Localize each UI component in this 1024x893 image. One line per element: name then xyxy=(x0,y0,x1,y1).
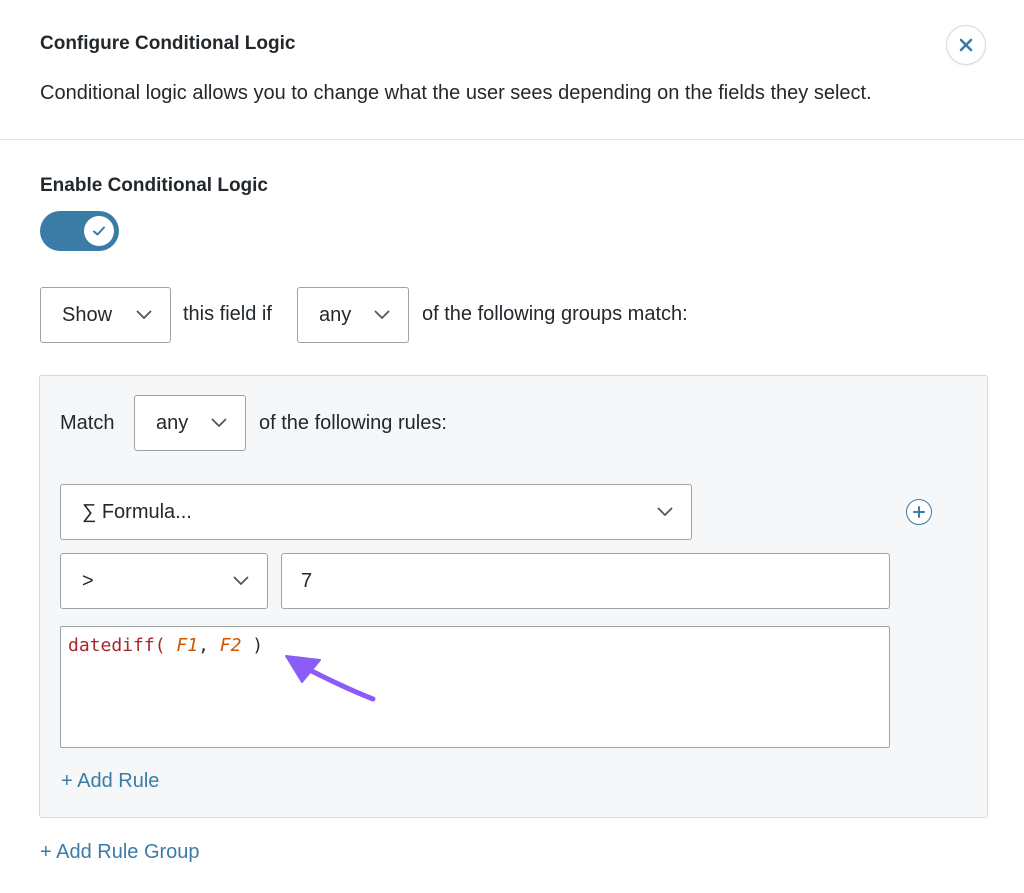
arrow-icon xyxy=(285,655,376,702)
formula-space xyxy=(166,635,177,656)
rules-match-text: of the following rules: xyxy=(259,412,447,434)
enable-conditional-logic-label: Enable Conditional Logic xyxy=(40,175,268,196)
formula-editor[interactable]: datediff( F1, F2 ) xyxy=(60,626,890,748)
rule-match-select-value: any xyxy=(156,411,189,434)
add-rule-group-link[interactable]: + Add Rule Group xyxy=(40,841,200,864)
add-rule-plus-button[interactable] xyxy=(906,499,932,525)
action-select-value: Show xyxy=(62,303,113,326)
formula-space xyxy=(209,635,220,656)
chevron-down-icon xyxy=(657,507,673,517)
check-icon xyxy=(93,226,105,236)
chevron-down-icon xyxy=(374,310,390,320)
formula-comma: , xyxy=(198,635,209,656)
modal-title: Configure Conditional Logic xyxy=(40,33,296,54)
close-icon xyxy=(959,38,973,52)
toggle-knob xyxy=(84,216,114,246)
formula-function: datediff( xyxy=(68,635,166,656)
group-match-select[interactable]: any xyxy=(297,287,409,343)
modal-description: Conditional logic allows you to change w… xyxy=(40,82,872,104)
action-select[interactable]: Show xyxy=(40,287,171,343)
formula-var-f2: F2 xyxy=(219,635,242,656)
formula-var-f1: F1 xyxy=(176,635,199,656)
rule-operator-select[interactable]: > xyxy=(60,553,268,609)
enable-conditional-logic-toggle[interactable] xyxy=(40,211,119,251)
chevron-down-icon xyxy=(136,310,152,320)
match-label: Match xyxy=(60,412,115,434)
this-field-if-text: this field if xyxy=(183,303,272,325)
rule-operator-select-value: > xyxy=(82,569,94,592)
close-button[interactable] xyxy=(946,25,986,65)
rule-value-input[interactable]: 7 xyxy=(281,553,890,609)
rule-field-select[interactable]: ∑ Formula... xyxy=(60,484,692,540)
chevron-down-icon xyxy=(233,576,249,586)
formula-close-paren: ) xyxy=(241,635,264,656)
plus-circle-icon xyxy=(913,506,925,518)
modal-header: Configure Conditional Logic Conditional … xyxy=(0,0,1024,140)
add-rule-link[interactable]: + Add Rule xyxy=(61,770,159,793)
groups-match-text: of the following groups match: xyxy=(422,303,688,325)
rule-match-select[interactable]: any xyxy=(134,395,246,451)
group-match-select-value: any xyxy=(319,303,352,326)
rule-field-select-value: ∑ Formula... xyxy=(82,500,192,523)
chevron-down-icon xyxy=(211,418,227,428)
